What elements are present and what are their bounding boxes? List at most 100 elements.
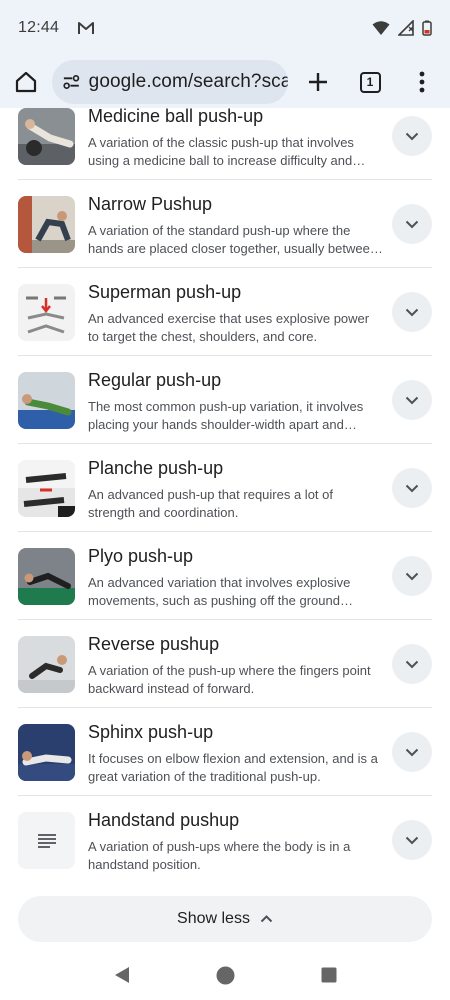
desc-line-2: backward instead of forward. [88,681,255,696]
item-title[interactable]: Medicine ball push-up [88,108,263,127]
expand-button[interactable] [392,380,432,420]
show-less-button[interactable]: Show less [18,896,432,942]
expand-button[interactable] [392,820,432,860]
pushup-variations-list: Medicine ball push-up A variation of the… [0,108,450,884]
site-settings-icon[interactable] [62,72,81,92]
expand-button[interactable] [392,116,432,156]
item-title[interactable]: Narrow Pushup [88,194,212,215]
chevron-down-icon [405,220,419,228]
chevron-down-icon [405,132,419,140]
tab-switcher-button[interactable]: 1 [344,56,396,108]
status-time: 12:44 [18,19,60,36]
expand-button[interactable] [392,204,432,244]
item-title[interactable]: Planche push-up [88,458,223,479]
list-item[interactable]: Plyo push-up An advanced variation that … [18,532,432,620]
item-description: An advanced exercise that uses explosive… [88,310,383,346]
browser-toolbar: google.com/search?sca_ 1 [0,56,450,108]
item-title[interactable]: Handstand pushup [88,810,239,831]
medicine-ball-thumbnail [18,108,75,165]
chevron-down-icon [405,484,419,492]
signal-icon [398,20,414,36]
document-icon [18,812,75,869]
item-description: A variation of the standard push-up wher… [88,222,383,258]
show-less-label: Show less [177,910,250,927]
status-icons [372,20,432,36]
desc-line-1: A variation of the standard push-up wher… [88,223,351,238]
url-text[interactable]: google.com/search?sca_ [89,71,288,93]
item-title[interactable]: Reverse pushup [88,634,219,655]
desc-line-1: An advanced exercise that uses explosive… [88,311,370,326]
desc-line-2: using a medicine ball to increase diffic… [88,153,366,168]
list-item[interactable]: Regular push-up The most common push-up … [18,356,432,444]
item-description: A variation of the push-up where the fin… [88,662,383,698]
desc-line-1: An advanced push-up that requires a lot … [88,487,333,502]
list-item[interactable]: Reverse pushup A variation of the push-u… [18,620,432,708]
expand-button[interactable] [392,292,432,332]
desc-line-1: A variation of push-ups where the body i… [88,839,351,854]
item-title[interactable]: Sphinx push-up [88,722,213,743]
back-icon[interactable] [113,966,131,984]
list-item[interactable]: Narrow Pushup A variation of the standar… [18,180,432,268]
address-bar[interactable]: google.com/search?sca_ [52,60,288,104]
desc-line-1: An advanced variation that involves expl… [88,575,351,590]
status-bar: 12:44 [0,0,450,56]
desc-line-1: A variation of the classic push-up that … [88,135,354,150]
list-item[interactable]: Medicine ball push-up A variation of the… [18,108,432,180]
item-description: An advanced variation that involves expl… [88,574,383,610]
home-icon [15,71,37,93]
planche-pushup-thumbnail [18,460,75,517]
desc-line-1: A variation of the push-up where the fin… [88,663,371,678]
desc-line-2: hands are placed closer together, usuall… [88,241,383,256]
list-item[interactable]: Superman push-up An advanced exercise th… [18,268,432,356]
home-button[interactable] [0,56,52,108]
plus-icon [309,73,327,91]
expand-button[interactable] [392,644,432,684]
search-results-content: Medicine ball push-up A variation of the… [0,108,450,950]
recents-icon[interactable] [321,967,337,983]
expand-button[interactable] [392,468,432,508]
tab-count: 1 [359,71,381,93]
wifi-icon [372,21,390,35]
system-nav-bar [0,950,450,1000]
desc-line-2: movements, such as pushing off the groun… [88,593,353,608]
chevron-down-icon [405,396,419,404]
desc-line-1: It focuses on elbow flexion and extensio… [88,751,378,766]
desc-line-2: great variation of the traditional push-… [88,769,321,784]
chevron-down-icon [405,748,419,756]
chevron-down-icon [405,660,419,668]
item-description: An advanced push-up that requires a lot … [88,486,383,522]
item-title[interactable]: Regular push-up [88,370,221,391]
list-item[interactable]: Sphinx push-up It focuses on elbow flexi… [18,708,432,796]
desc-line-2: to target the chest, shoulders, and core… [88,329,318,344]
gmail-icon [78,22,95,34]
item-description: A variation of push-ups where the body i… [88,838,383,874]
item-title[interactable]: Superman push-up [88,282,241,303]
item-description: It focuses on elbow flexion and extensio… [88,750,383,786]
narrow-pushup-thumbnail [18,196,75,253]
overflow-menu-button[interactable] [396,56,448,108]
more-vert-icon [419,71,425,93]
plyo-pushup-thumbnail [18,548,75,605]
item-title[interactable]: Plyo push-up [88,546,193,567]
desc-line-2: handstand position. [88,857,201,872]
desc-line-2: placing your hands shoulder-width apart … [88,417,357,432]
list-item[interactable]: Planche push-up An advanced push-up that… [18,444,432,532]
desc-line-1: The most common push-up variation, it in… [88,399,364,414]
list-item[interactable]: Handstand pushup A variation of push-ups… [18,796,432,884]
regular-pushup-thumbnail [18,372,75,429]
sphinx-pushup-thumbnail [18,724,75,781]
chevron-down-icon [405,308,419,316]
chevron-up-icon [260,915,273,923]
expand-button[interactable] [392,732,432,772]
item-description: A variation of the classic push-up that … [88,134,383,170]
reverse-pushup-thumbnail [18,636,75,693]
chevron-down-icon [405,572,419,580]
expand-button[interactable] [392,556,432,596]
home-nav-icon[interactable] [216,966,235,985]
new-tab-button[interactable] [292,56,344,108]
item-description: The most common push-up variation, it in… [88,398,383,434]
battery-icon [422,20,432,36]
desc-line-2: strength and coordination. [88,505,239,520]
chevron-down-icon [405,836,419,844]
superman-pushup-thumbnail [18,284,75,341]
